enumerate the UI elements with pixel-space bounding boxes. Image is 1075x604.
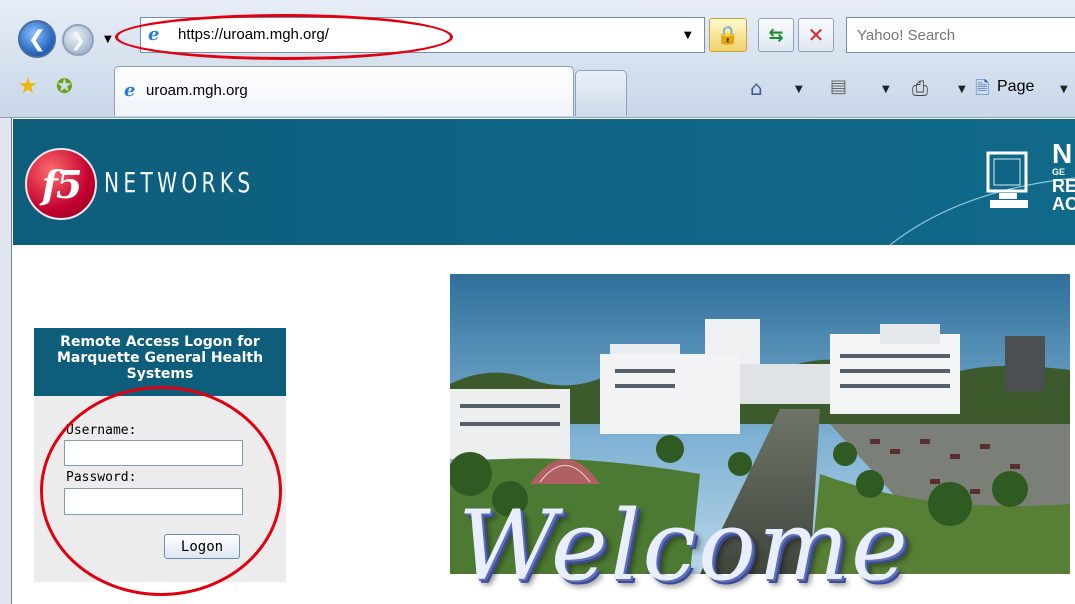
logon-button[interactable]: Logon: [164, 534, 240, 559]
printer-icon[interactable]: ⎙: [912, 76, 928, 100]
tab-ie-icon: e: [124, 80, 136, 101]
ie-page-icon: e: [148, 24, 160, 45]
forward-arrow-icon: ❯: [70, 29, 86, 51]
rss-feed-icon[interactable]: ▤: [830, 76, 847, 97]
window-left-border: [0, 118, 12, 604]
home-icon[interactable]: ⌂: [750, 76, 763, 100]
recent-pages-dropdown-icon[interactable]: ▼: [104, 34, 116, 46]
new-tab-button[interactable]: [575, 70, 627, 116]
refresh-icon: ⇆: [768, 24, 784, 46]
password-label: Password:: [66, 470, 137, 485]
banner-right-text: N GE RE AC: [1052, 138, 1075, 214]
banner-right-line3: RE: [1052, 176, 1075, 196]
home-dropdown-icon[interactable]: ▼: [795, 84, 803, 95]
security-lock-button[interactable]: 🔒: [709, 18, 747, 52]
back-button[interactable]: ❮: [18, 20, 56, 58]
page-dropdown-icon[interactable]: ▼: [1060, 84, 1068, 95]
stop-x-icon: ✕: [807, 23, 825, 47]
page-icon: 🗎: [975, 78, 990, 99]
refresh-button[interactable]: ⇆: [758, 18, 794, 52]
page-menu-button[interactable]: Page: [997, 78, 1034, 96]
username-field[interactable]: [64, 440, 243, 466]
banner-right-line1: N: [1052, 138, 1073, 169]
address-dropdown-icon[interactable]: ▼: [684, 30, 692, 41]
feeds-dropdown-icon[interactable]: ▼: [882, 84, 890, 95]
banner-right-line4: AC: [1052, 194, 1075, 214]
f5-logo: f5: [25, 148, 97, 220]
add-favorites-icon[interactable]: ✪: [56, 74, 73, 98]
username-label: Username:: [66, 423, 137, 438]
welcome-heading: Welcome: [458, 490, 910, 602]
login-panel-title: Remote Access Logon for Marquette Genera…: [34, 328, 286, 396]
address-url-text[interactable]: https://uroam.mgh.org/: [178, 26, 329, 43]
monitor-icon: [986, 151, 1028, 208]
tab-title[interactable]: uroam.mgh.org: [146, 82, 248, 99]
password-field[interactable]: [64, 488, 243, 515]
search-input[interactable]: [846, 17, 1075, 53]
favorites-star-icon[interactable]: ★: [18, 74, 38, 99]
print-dropdown-icon[interactable]: ▼: [958, 84, 966, 95]
banner-swoosh-decoration: [889, 177, 1075, 245]
back-arrow-icon: ❮: [27, 26, 47, 52]
stop-button[interactable]: ✕: [798, 18, 834, 52]
forward-button[interactable]: ❯: [62, 24, 94, 56]
padlock-icon: 🔒: [716, 24, 740, 46]
networks-wordmark: NETWORKS: [104, 166, 255, 199]
